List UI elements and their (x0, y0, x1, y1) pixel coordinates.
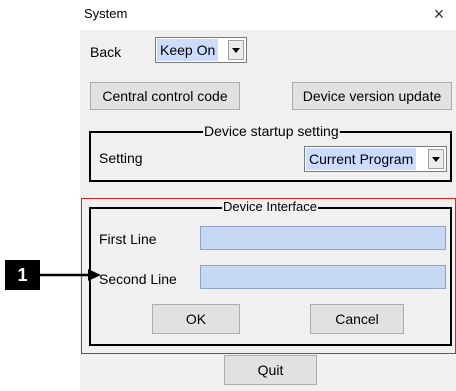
callout-arrow-icon (40, 269, 101, 281)
first-line-field[interactable] (200, 226, 446, 250)
startup-setting-select-value: Current Program (306, 148, 417, 170)
startup-setting-select[interactable]: Current Program (304, 146, 447, 172)
quit-button[interactable]: Quit (224, 355, 317, 385)
chevron-down-icon[interactable] (428, 149, 444, 169)
device-version-update-button[interactable]: Device version update (292, 82, 452, 110)
central-control-code-button[interactable]: Central control code (90, 82, 240, 110)
close-icon: × (433, 4, 445, 24)
title-bar (80, 0, 456, 30)
window-title: System (84, 6, 128, 21)
chevron-down-icon[interactable] (228, 40, 244, 60)
back-select[interactable]: Keep On (155, 37, 247, 63)
cancel-button[interactable]: Cancel (310, 304, 404, 334)
back-select-value: Keep On (157, 39, 219, 61)
callout-badge: 1 (5, 260, 40, 290)
second-line-field[interactable] (200, 265, 446, 289)
device-interface-title: Device Interface (222, 199, 318, 214)
close-button[interactable]: × (428, 3, 450, 25)
first-line-label: First Line (99, 231, 157, 247)
second-line-label: Second Line (99, 271, 177, 287)
ok-button[interactable]: OK (152, 304, 240, 334)
setting-label: Setting (99, 150, 143, 166)
back-label: Back (90, 44, 122, 60)
startup-group-title: Device startup setting (203, 123, 340, 139)
